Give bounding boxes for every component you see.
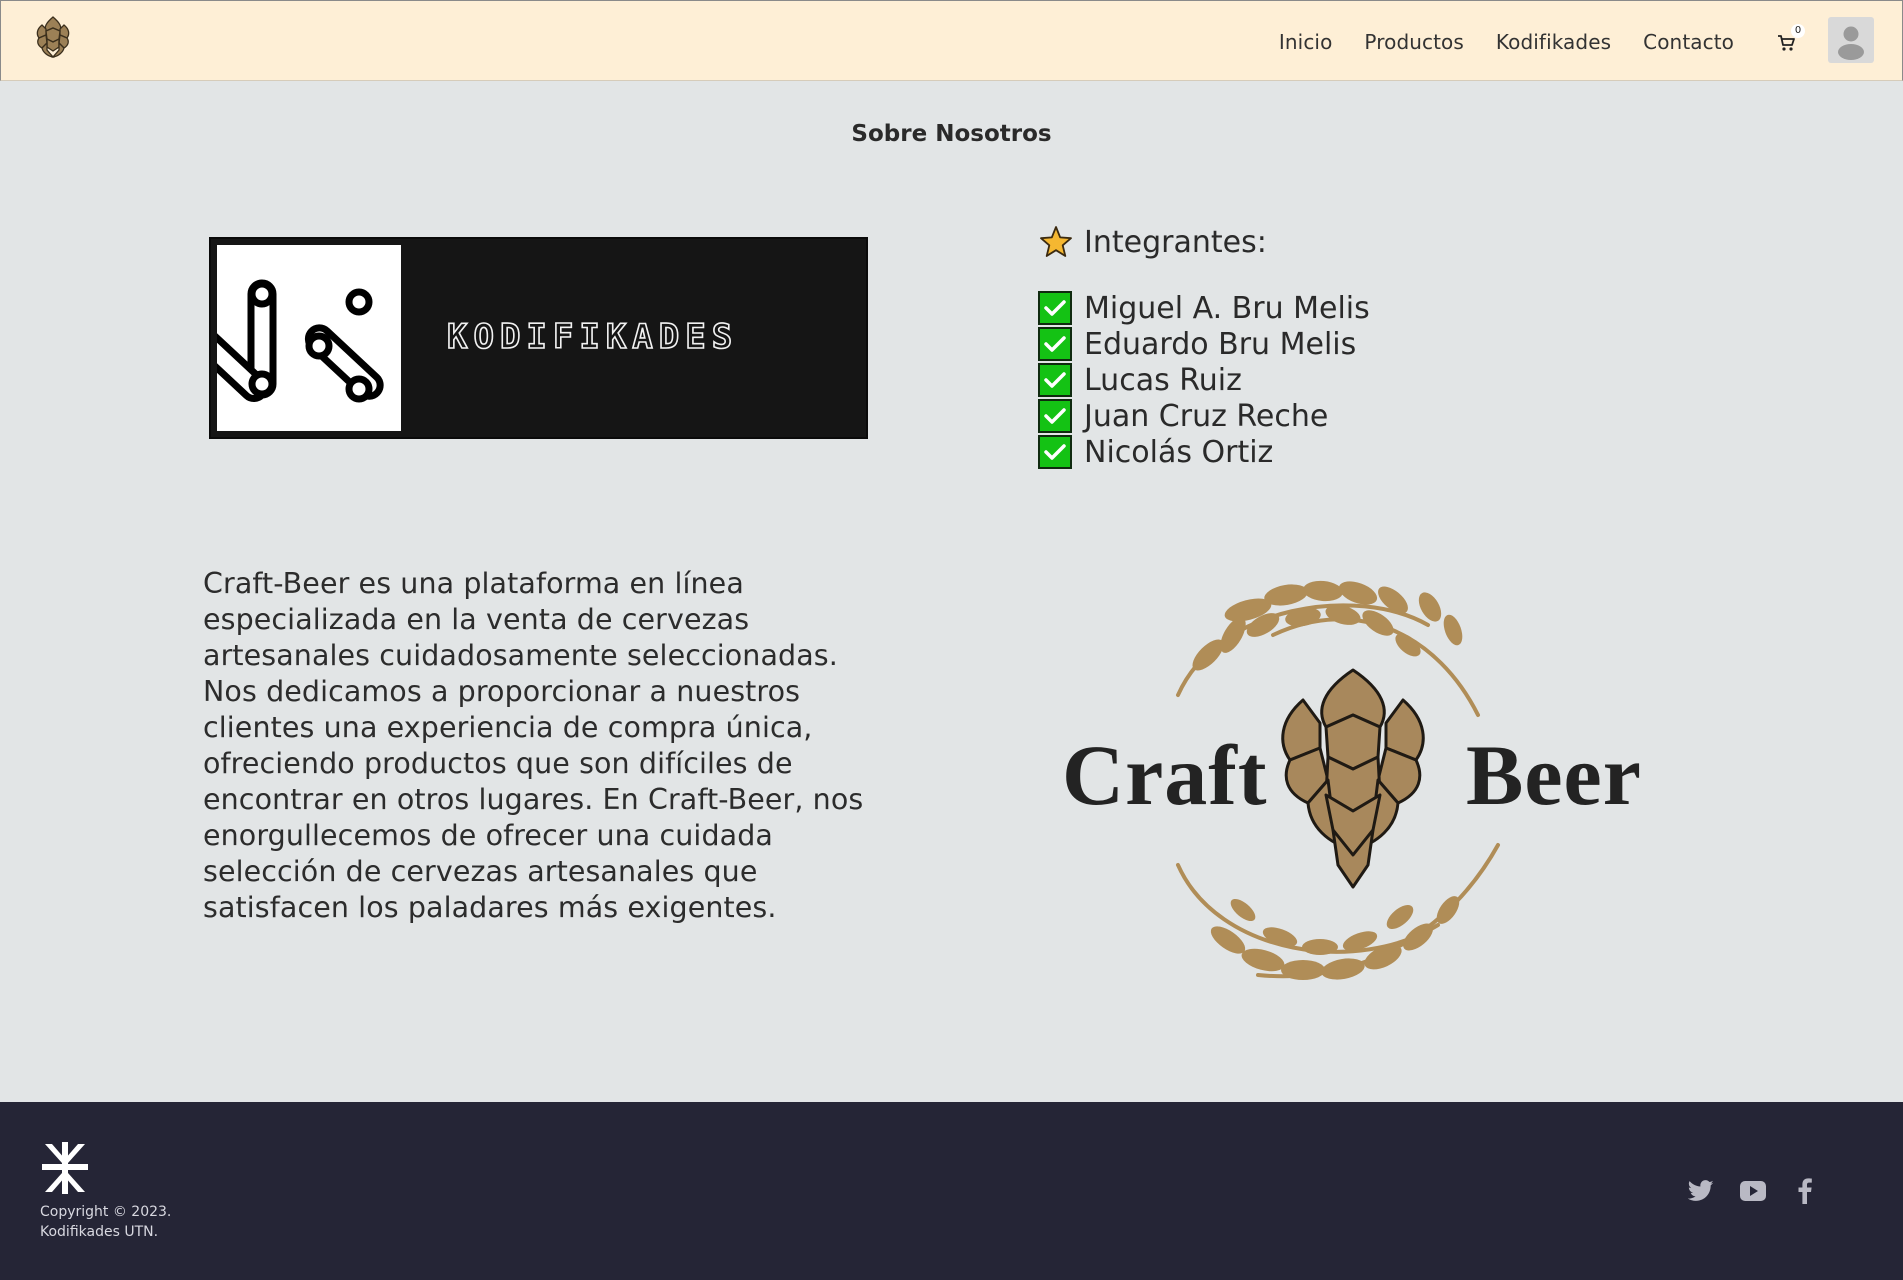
nav-link-inicio[interactable]: Inicio (1279, 30, 1333, 54)
about-line: enorgullecemos de ofrecer una cuidada (203, 819, 773, 852)
about-line: artesanales cuidadosamente seleccionadas… (203, 639, 838, 672)
main-nav: Inicio Productos Kodifikades Contacto (1279, 1, 1734, 82)
team-member: Lucas Ruiz (1038, 362, 1538, 398)
about-line: clientes una experiencia de compra única… (203, 711, 813, 744)
user-avatar-button[interactable] (1828, 17, 1874, 63)
kodifikades-wordmark: KODIFIKADES (446, 316, 739, 358)
team-section: Integrantes: Miguel A. Bru Melis Eduardo… (1038, 220, 1538, 470)
nav-link-contacto[interactable]: Contacto (1643, 30, 1734, 54)
youtube-icon (1740, 1181, 1766, 1201)
copyright-text: Copyright © 2023. Kodifikades UTN. (40, 1202, 171, 1242)
team-member-name: Lucas Ruiz (1084, 362, 1242, 398)
page-title: Sobre Nosotros (851, 121, 1052, 147)
team-heading: Integrantes: (1038, 220, 1538, 264)
checkmark-icon (1038, 363, 1072, 397)
twitter-icon (1688, 1180, 1714, 1201)
about-description: Craft-Beer es una plataforma en línea es… (203, 566, 883, 926)
cart-button[interactable]: 0 (1777, 24, 1807, 54)
team-member: Nicolás Ortiz (1038, 434, 1538, 470)
star-icon (1040, 226, 1072, 257)
about-line: selección de cervezas artesanales que (203, 855, 758, 888)
team-member-name: Juan Cruz Reche (1084, 398, 1329, 434)
about-line: satisfacen los paladares más exigentes. (203, 891, 777, 924)
cart-count-badge: 0 (1791, 24, 1805, 38)
about-line: encontrar en otros lugares. En Craft-Bee… (203, 783, 864, 816)
checkmark-icon (1038, 399, 1072, 433)
about-line: Craft-Beer es una plataforma en línea (203, 567, 744, 600)
team-member-name: Miguel A. Bru Melis (1084, 290, 1370, 326)
kodifikades-k-mark (173, 245, 401, 431)
copyright-line: Copyright © 2023. (40, 1204, 172, 1220)
nav-link-kodifikades[interactable]: Kodifikades (1496, 30, 1611, 54)
kodifikades-logo: KODIFIKADES (173, 237, 868, 439)
brand-word-left: Craft (1062, 727, 1268, 823)
nav-link-productos[interactable]: Productos (1364, 30, 1464, 54)
craft-beer-logo: Craft Beer (1058, 565, 1648, 1000)
footer: Copyright © 2023. Kodifikades UTN. (0, 1102, 1903, 1280)
copyright-line: Kodifikades UTN. (40, 1224, 159, 1240)
team-heading-label: Integrantes: (1084, 224, 1267, 260)
about-line: Nos dedicamos a proporcionar a nuestros (203, 675, 801, 708)
checkmark-icon (1038, 435, 1072, 469)
checkmark-icon (1038, 291, 1072, 325)
team-member: Miguel A. Bru Melis (1038, 290, 1538, 326)
youtube-link[interactable] (1740, 1178, 1766, 1204)
social-links (1688, 1178, 1818, 1204)
user-icon (1838, 26, 1864, 60)
navbar: Inicio Productos Kodifikades Contacto 0 (0, 0, 1903, 81)
team-list: Miguel A. Bru Melis Eduardo Bru Melis Lu… (1038, 290, 1538, 470)
about-line: ofreciendo productos que son difíciles d… (203, 747, 793, 780)
hop-logo-icon[interactable] (32, 15, 74, 61)
utn-logo-icon (42, 1142, 88, 1194)
team-member-name: Nicolás Ortiz (1084, 434, 1274, 470)
team-member: Juan Cruz Reche (1038, 398, 1538, 434)
checkmark-icon (1038, 327, 1072, 361)
team-member: Eduardo Bru Melis (1038, 326, 1538, 362)
twitter-link[interactable] (1688, 1178, 1714, 1204)
team-member-name: Eduardo Bru Melis (1084, 326, 1357, 362)
facebook-icon (1798, 1178, 1812, 1204)
about-line: especializada en la venta de cervezas (203, 603, 750, 636)
facebook-link[interactable] (1792, 1178, 1818, 1204)
brand-word-right: Beer (1466, 727, 1642, 823)
